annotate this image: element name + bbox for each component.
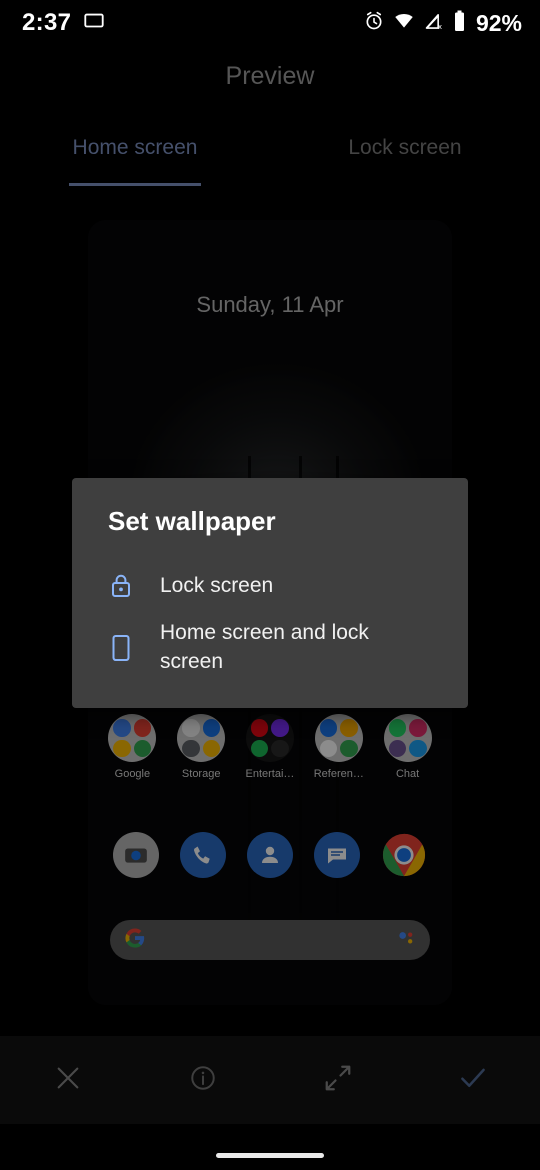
dialog-option-label: Lock screen	[160, 574, 274, 597]
expand-button[interactable]	[270, 1036, 405, 1124]
navigation-gesture-bar[interactable]	[0, 1124, 540, 1170]
bottom-action-bar	[0, 1036, 540, 1124]
close-button[interactable]	[0, 1036, 135, 1124]
status-bar-left: 2:37	[22, 9, 105, 37]
svg-text:x: x	[438, 21, 442, 30]
status-clock: 2:37	[22, 9, 72, 36]
dialog-title: Set wallpaper	[108, 506, 276, 536]
check-icon	[458, 1063, 488, 1098]
battery-percentage: 92%	[475, 9, 522, 36]
wifi-icon	[393, 11, 415, 36]
dialog-option-label: Home screen and lock screen	[160, 620, 369, 673]
gesture-pill[interactable]	[216, 1153, 324, 1158]
alarm-icon	[364, 11, 384, 36]
dialog-option-lock-screen[interactable]: Lock screen	[72, 563, 468, 610]
status-bar-right: x 92%	[364, 10, 522, 37]
dialog-option-home-and-lock-screen[interactable]: Home screen and lock screen	[72, 610, 468, 686]
lock-icon	[108, 573, 134, 599]
battery-icon	[453, 10, 466, 37]
phone-screen: 2:37 x 92% Preview Home screen Lock scre…	[0, 0, 540, 1170]
no-sim-signal-icon: x	[424, 11, 444, 36]
cast-screen-icon	[83, 10, 105, 37]
phone-icon	[108, 634, 134, 662]
info-button[interactable]	[135, 1036, 270, 1124]
info-icon	[189, 1064, 217, 1097]
confirm-button[interactable]	[405, 1036, 540, 1124]
close-icon	[54, 1064, 82, 1097]
expand-icon	[323, 1063, 353, 1098]
status-bar: 2:37 x 92%	[0, 0, 540, 46]
set-wallpaper-dialog: Set wallpaper Lock screen Home screen an…	[72, 478, 468, 708]
